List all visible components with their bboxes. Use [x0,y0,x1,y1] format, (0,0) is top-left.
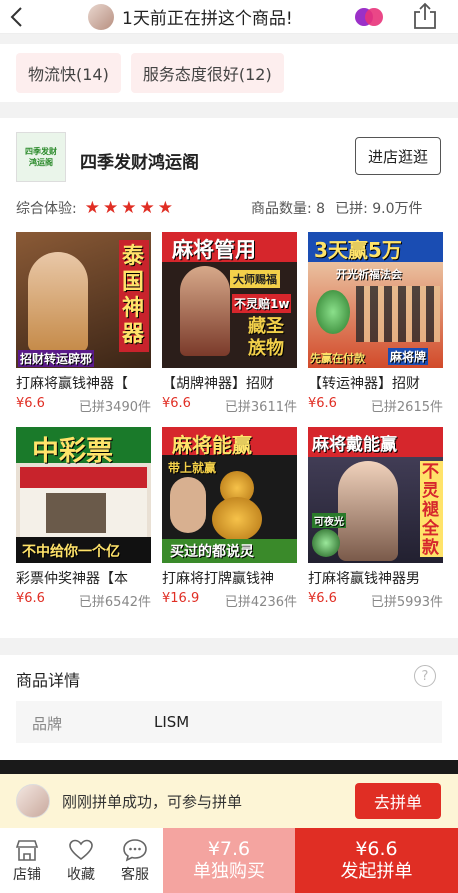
product-name: 打麻将打牌赢钱神 [162,571,274,587]
detail-value: LISM [154,713,190,731]
shop-name[interactable]: 四季发财鸿运阁 [80,148,199,173]
product-name: 【胡牌神器】招财 [162,376,274,392]
single-label: 单独购买 [193,860,265,882]
product-card[interactable]: 麻将管用 大师赐福 不灵赔1w 藏圣族物 【胡牌神器】招财 ¥6.6 已拼3611… [162,232,297,415]
shop-icon [15,839,39,861]
group-member-avatar [16,784,50,818]
star-icon: ★ [121,197,137,218]
product-card[interactable]: 3天赢5万 开光祈福法会 先赢在付款 麻将牌 【转运神器】招财 ¥6.6 已拼26… [308,232,443,415]
chat-icon [123,838,147,861]
group-price: ¥6.6 [355,837,398,860]
customer-service-button[interactable]: 客服 [108,828,162,893]
rating-stars: ★ ★ ★ ★ ★ [84,197,173,218]
shop-product-grid: 泰国神器 招财转运辟邪 打麻将赢钱神器【 ¥6.6 已拼3490件 麻将管用 大师… [16,232,444,610]
shop-sold: 已拼: 9.0万件 [335,201,423,217]
single-price: ¥7.6 [207,837,251,860]
star-icon: ★ [139,197,155,218]
product-page: 1天前正在拼这个商品! 物流快(14) 服务态度很好(12) 四季发财鸿运阁 四… [0,0,458,893]
help-icon[interactable]: ? [414,665,436,687]
product-count: 商品数量: 8 [251,201,326,217]
star-icon: ★ [84,197,100,218]
recent-buyer-notice: 1天前正在拼这个商品! [88,2,293,32]
product-price: ¥6.6 [16,396,45,411]
product-price: ¥16.9 [162,591,200,606]
join-group-bar: 刚刚拼单成功，可参与拼单 去拼单 [0,774,458,828]
product-sold: 已拼5993件 [370,595,443,610]
shop-stats: 商品数量: 8 已拼: 9.0万件 [251,198,423,218]
visit-shop-button[interactable]: 进店逛逛 [355,137,441,175]
product-image: 中彩票 不中给你一个亿 [16,427,151,563]
product-price: ¥6.6 [162,396,191,411]
star-icon: ★ [157,197,173,218]
product-name: 打麻将赢钱神器男 [308,571,420,587]
favorite-button[interactable]: 收藏 [54,828,108,893]
start-group-buy-button[interactable]: ¥6.6 发起拼单 [295,828,458,893]
product-details: 商品详情 ? 品牌 LISM [0,655,458,760]
review-tag[interactable]: 服务态度很好(12) [130,53,284,93]
product-price: ¥6.6 [308,591,337,606]
shop-card: 四季发财鸿运阁 四季发财鸿运阁 进店逛逛 综合体验: ★ ★ ★ ★ ★ 商品数… [0,118,458,638]
app-logo-icon[interactable] [354,6,384,28]
back-button[interactable] [0,0,34,34]
product-card[interactable]: 中彩票 不中给你一个亿 彩票仲奖神器【本 ¥6.6 已拼6542件 [16,427,151,610]
product-name: 【转运神器】招财 [308,376,420,392]
product-sold: 已拼2615件 [370,400,443,415]
product-image: 泰国神器 招财转运辟邪 [16,232,151,368]
buyer-avatar [88,3,114,30]
product-price: ¥6.6 [16,591,45,606]
bottom-action-bar: 店铺 收藏 客服 ¥7.6 单独购买 ¥6.6 发起拼单 [0,828,458,893]
product-price: ¥6.6 [308,396,337,411]
shop-nav-button[interactable]: 店铺 [0,828,54,893]
back-arrow-icon [10,6,22,27]
product-sold: 已拼3490件 [78,400,151,415]
favorite-label: 收藏 [67,866,95,883]
product-image: 麻将戴能赢 不灵褪全款 可夜光 [308,427,443,563]
divider-bar [0,760,458,774]
group-label: 发起拼单 [340,860,413,882]
product-name: 打麻将赢钱神器【 [16,376,128,392]
top-bar: 1天前正在拼这个商品! [0,0,458,34]
product-image: 3天赢5万 开光祈福法会 先赢在付款 麻将牌 [308,232,443,368]
recent-buyer-text: 1天前正在拼这个商品! [122,9,293,29]
share-icon[interactable] [412,2,438,30]
product-sold: 已拼3611件 [224,400,297,415]
product-card[interactable]: 麻将戴能赢 不灵褪全款 可夜光 打麻将赢钱神器男 ¥6.6 已拼5993件 [308,427,443,610]
review-tags: 物流快(14) 服务态度很好(12) [0,44,458,102]
join-group-button[interactable]: 去拼单 [355,783,441,819]
join-group-text: 刚刚拼单成功，可参与拼单 [62,792,243,811]
shop-logo[interactable]: 四季发财鸿运阁 [16,132,66,182]
product-sold: 已拼6542件 [78,595,151,610]
product-sold: 已拼4236件 [224,595,297,610]
shop-nav-label: 店铺 [13,866,41,883]
shop-rating: 综合体验: ★ ★ ★ ★ ★ [16,198,173,218]
customer-service-label: 客服 [121,866,149,883]
product-image: 麻将管用 大师赐福 不灵赔1w 藏圣族物 [162,232,297,368]
star-icon: ★ [102,197,119,218]
heart-icon [69,839,93,860]
product-card[interactable]: 泰国神器 招财转运辟邪 打麻将赢钱神器【 ¥6.6 已拼3490件 [16,232,151,415]
buy-alone-button[interactable]: ¥7.6 单独购买 [163,828,295,893]
product-card[interactable]: 麻将能赢 带上就赢 买过的都说灵 打麻将打牌赢钱神 ¥16.9 已拼4236件 [162,427,297,610]
product-image: 麻将能赢 带上就赢 买过的都说灵 [162,427,297,563]
detail-row-brand: 品牌 LISM [16,701,442,743]
product-name: 彩票仲奖神器【本 [16,571,128,587]
review-tag[interactable]: 物流快(14) [16,53,121,93]
rating-label: 综合体验: [16,201,77,217]
detail-key: 品牌 [32,715,63,733]
details-title: 商品详情 [16,671,81,690]
